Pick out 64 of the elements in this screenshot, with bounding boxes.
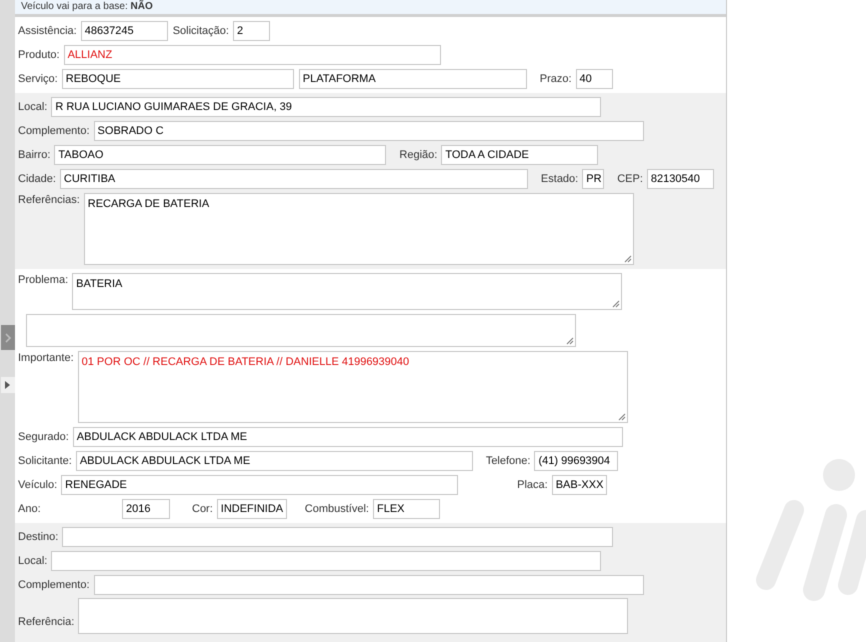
input-field[interactable]: FLEX bbox=[372, 499, 440, 519]
field-label: Complemento: bbox=[18, 579, 90, 591]
expand-toggle[interactable] bbox=[0, 377, 14, 393]
field-label: Solicitante: bbox=[18, 455, 72, 467]
field-label: Solicitação: bbox=[172, 25, 229, 37]
resize-grip-icon[interactable] bbox=[566, 337, 574, 345]
field-label: Bairro: bbox=[18, 149, 50, 161]
input-field[interactable]: ALLIANZ bbox=[64, 45, 441, 65]
field-label: Problema: bbox=[18, 274, 68, 286]
field-label: Complemento: bbox=[18, 125, 90, 137]
input-field[interactable]: 2016 bbox=[122, 499, 170, 519]
field-label: Produto: bbox=[18, 49, 60, 61]
input-field[interactable]: REBOQUE bbox=[62, 69, 294, 89]
field-label: Veículo: bbox=[18, 479, 58, 491]
input-field[interactable]: SOBRADO C bbox=[94, 121, 644, 141]
input-field[interactable]: 48637245 bbox=[80, 21, 168, 41]
input-field[interactable] bbox=[62, 527, 614, 547]
input-field[interactable]: PR bbox=[582, 169, 604, 189]
chevron-right-icon bbox=[4, 332, 12, 342]
field-label: Importante: bbox=[18, 352, 74, 364]
input-field[interactable]: 2 bbox=[232, 21, 270, 41]
field-label: Placa: bbox=[517, 479, 548, 491]
banner-text: Veículo vai para a base: NÃO bbox=[21, 0, 153, 14]
input-field[interactable]: ABDULACK ABDULACK LTDA ME bbox=[72, 427, 623, 447]
input-field[interactable] bbox=[94, 575, 644, 595]
field-label: Local: bbox=[18, 101, 48, 113]
text-area[interactable]: RECARGA DE BATERIA bbox=[84, 193, 634, 265]
field-label: Telefone: bbox=[486, 455, 530, 467]
field-label: Combustível: bbox=[304, 503, 369, 515]
input-field[interactable]: CURITIBA bbox=[60, 169, 528, 189]
resize-grip-icon[interactable] bbox=[612, 300, 620, 308]
text-area[interactable] bbox=[78, 598, 628, 634]
field-label: Estado: bbox=[540, 173, 578, 185]
field-label: Ano: bbox=[18, 503, 42, 515]
resize-grip-icon[interactable] bbox=[624, 255, 632, 263]
field-label: Assistência: bbox=[18, 25, 77, 37]
field-label: Destino: bbox=[18, 531, 58, 543]
resize-grip-icon[interactable] bbox=[618, 413, 626, 421]
field-label: Referências: bbox=[18, 194, 80, 206]
field-label: Região: bbox=[399, 149, 438, 161]
input-field[interactable] bbox=[51, 551, 602, 571]
field-label: CEP: bbox=[617, 173, 643, 185]
field-label: Serviço: bbox=[18, 73, 58, 85]
input-field[interactable]: 40 bbox=[576, 69, 613, 89]
expand-tab[interactable] bbox=[0, 325, 14, 350]
input-field[interactable]: BAB-XXX bbox=[552, 475, 607, 495]
input-field[interactable]: ABDULACK ABDULACK LTDA ME bbox=[76, 451, 473, 471]
field-label: Cor: bbox=[192, 503, 213, 515]
text-area[interactable]: BATERIA bbox=[72, 273, 622, 310]
input-field[interactable]: PLATAFORMA bbox=[298, 69, 527, 89]
input-field[interactable]: RENEGADE bbox=[61, 475, 458, 495]
input-field[interactable]: TODA A CIDADE bbox=[441, 145, 598, 165]
field-label: Local: bbox=[18, 555, 48, 567]
triangle-right-icon bbox=[5, 381, 10, 389]
text-area[interactable]: 01 POR OC // RECARGA DE BATERIA // DANIELLE 41996939040 bbox=[78, 351, 628, 423]
input-field[interactable]: TABOAO bbox=[54, 145, 386, 165]
input-field[interactable]: (41) 99693904 bbox=[534, 451, 618, 471]
input-field[interactable]: R RUA LUCIANO GUIMARAES DE GRACIA, 39 bbox=[51, 97, 602, 117]
input-field[interactable]: INDEFINIDA bbox=[216, 499, 287, 519]
field-label: Prazo: bbox=[540, 73, 572, 85]
input-field[interactable]: 82130540 bbox=[646, 169, 714, 189]
field-label: Cidade: bbox=[18, 173, 56, 185]
field-label: Segurado: bbox=[18, 431, 69, 443]
field-label: Referência: bbox=[18, 616, 74, 628]
